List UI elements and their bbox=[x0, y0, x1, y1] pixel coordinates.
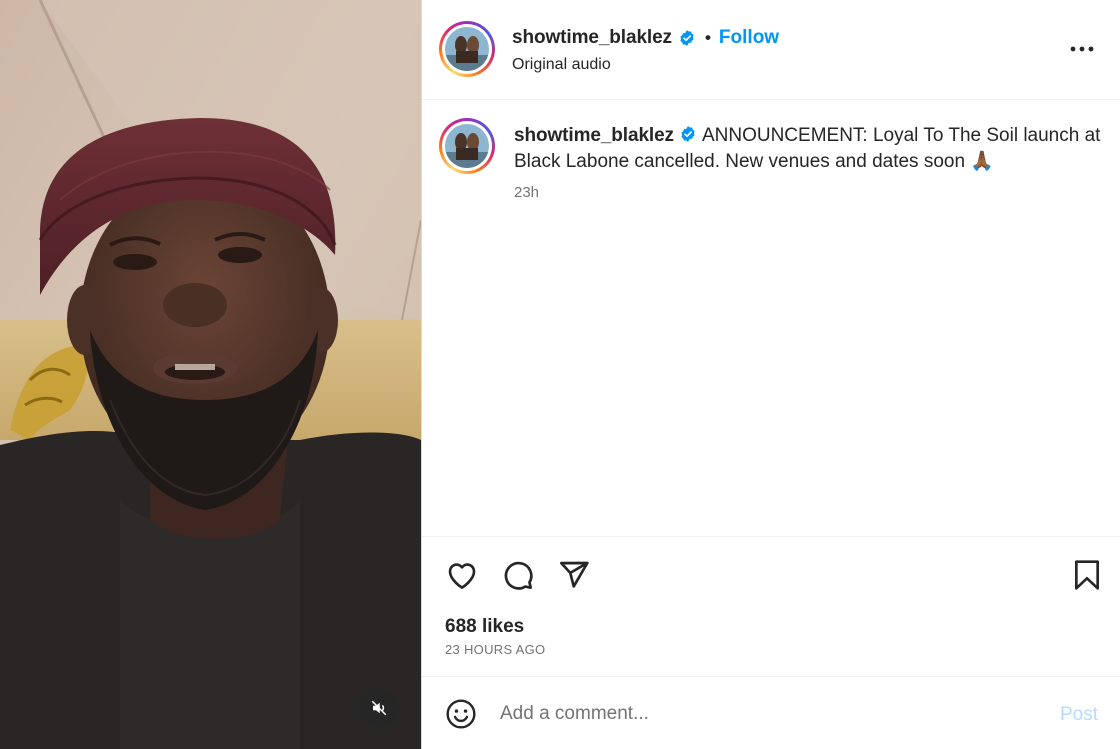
emoji-picker-button[interactable] bbox=[444, 697, 478, 731]
caption-timestamp[interactable]: 23h bbox=[514, 184, 539, 201]
comment-button[interactable] bbox=[500, 557, 536, 593]
more-horizontal-icon bbox=[1070, 46, 1094, 52]
caption-username[interactable]: showtime_blaklez bbox=[514, 125, 674, 146]
comment-input[interactable] bbox=[500, 699, 1040, 729]
post-header: showtime_blaklez • Follow Original audio bbox=[422, 0, 1120, 100]
like-button[interactable] bbox=[444, 557, 480, 593]
comment-icon bbox=[504, 561, 533, 590]
author-username[interactable]: showtime_blaklez bbox=[512, 27, 672, 49]
post-actions: 688 likes 23 HOURS AGO bbox=[422, 536, 1120, 676]
follow-button[interactable]: Follow bbox=[719, 27, 779, 49]
verified-badge-icon bbox=[681, 126, 695, 142]
header-text: showtime_blaklez • Follow Original audio bbox=[512, 26, 779, 74]
caption-author-avatar[interactable] bbox=[439, 118, 495, 174]
avatar-image bbox=[445, 27, 489, 71]
bookmark-icon bbox=[1075, 560, 1099, 590]
save-button[interactable] bbox=[1069, 557, 1105, 593]
send-icon bbox=[560, 561, 589, 588]
post-comment-button[interactable]: Post bbox=[1060, 704, 1098, 726]
smiley-icon bbox=[446, 699, 476, 729]
praying-hands-emoji: 🙏🏾 bbox=[970, 151, 994, 172]
author-avatar[interactable] bbox=[439, 21, 495, 77]
verified-badge-icon bbox=[680, 30, 694, 46]
share-button[interactable] bbox=[556, 557, 592, 593]
heart-icon bbox=[448, 563, 476, 590]
separator-dot: • bbox=[704, 28, 711, 47]
add-comment-bar: Post bbox=[422, 676, 1120, 749]
post-video[interactable] bbox=[0, 0, 421, 749]
caption-text: showtime_blaklez ANNOUNCEMENT: Loyal To … bbox=[514, 123, 1104, 175]
video-frame bbox=[0, 0, 421, 749]
post-caption: showtime_blaklez ANNOUNCEMENT: Loyal To … bbox=[422, 101, 1120, 536]
mute-toggle-button[interactable] bbox=[359, 688, 399, 728]
muted-speaker-icon bbox=[371, 700, 387, 716]
posted-time[interactable]: 23 HOURS AGO bbox=[445, 642, 545, 657]
post-details-panel: showtime_blaklez • Follow Original audio bbox=[421, 0, 1120, 749]
original-audio-link[interactable]: Original audio bbox=[512, 56, 779, 74]
more-options-button[interactable] bbox=[1067, 36, 1097, 62]
avatar-image bbox=[445, 124, 489, 168]
instagram-post: showtime_blaklez • Follow Original audio bbox=[0, 0, 1120, 749]
likes-count[interactable]: 688 likes bbox=[445, 616, 524, 638]
